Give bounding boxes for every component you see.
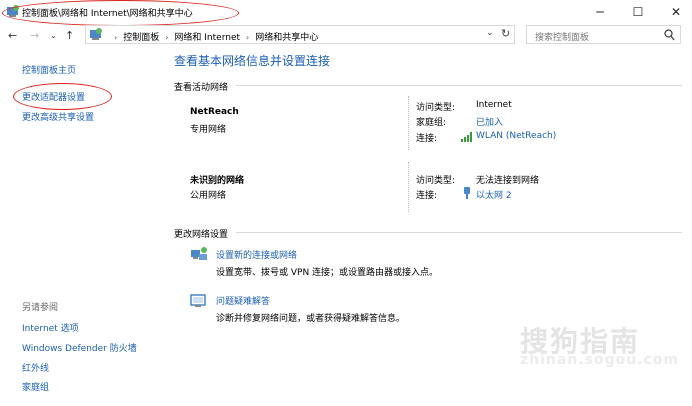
breadcrumb-network-sharing-center[interactable]: 网络和共享中心 [255, 33, 318, 43]
new-connection-icon [191, 247, 207, 260]
address-bar[interactable]: › 控制面板 › 网络和 Internet › 网络和共享中心 ⌄ ↻ [85, 25, 515, 44]
access-type-label: 访问类型: [416, 103, 456, 113]
breadcrumb-network-internet[interactable]: 网络和 Internet [174, 33, 240, 43]
control-panel-icon [90, 28, 102, 40]
minimize-button[interactable]: ─ [586, 2, 614, 22]
connection-label: 连接: [416, 191, 438, 201]
change-settings-title: 更改网络设置 [174, 230, 229, 240]
network-type: 公用网络 [190, 191, 227, 201]
annotation-ellipse-title [2, 0, 239, 26]
title-bar: 控制面板\网络和 Internet\网络和共享中心 ─ ☐ ✕ [0, 0, 692, 26]
active-networks-title: 查看活动网络 [174, 83, 229, 93]
homegroup-link[interactable]: 已加入 [476, 115, 503, 128]
network-divider [408, 96, 410, 150]
see-also-internet-options[interactable]: Internet 选项 [22, 321, 79, 334]
setup-new-connection-desc: 设置宽带、拨号或 VPN 连接；或设置路由器或接入点。 [216, 268, 439, 278]
maximize-button[interactable]: ☐ [624, 2, 652, 22]
sidebar-item-change-advanced-sharing[interactable]: 更改高级共享设置 [22, 110, 94, 123]
dropdown-chevron-icon[interactable]: ⌄ [486, 28, 494, 38]
forward-arrow-icon[interactable]: → [30, 29, 39, 42]
wlan-connection-link[interactable]: WLAN (NetReach) [476, 131, 556, 141]
breadcrumb: › 控制面板 › 网络和 Internet › 网络和共享中心 [108, 30, 318, 43]
wifi-signal-icon [461, 132, 472, 142]
search-icon [664, 29, 675, 41]
page-title: 查看基本网络信息并设置连接 [174, 54, 331, 68]
annotation-ellipse-adapter [13, 83, 112, 110]
setup-new-connection-link[interactable]: 设置新的连接或网络 [216, 248, 297, 261]
see-also-windows-defender-firewall[interactable]: Windows Defender 防火墙 [22, 341, 137, 354]
troubleshoot-icon [190, 294, 206, 307]
wlan-connection-text[interactable]: WLAN (NetReach) [476, 131, 556, 141]
network-type: 专用网络 [190, 125, 227, 135]
access-type-value: 无法连接到网络 [476, 176, 540, 186]
refresh-icon[interactable]: ↻ [501, 27, 510, 40]
search-box[interactable]: 搜索控制面板 [526, 25, 681, 44]
troubleshoot-link[interactable]: 问题疑难解答 [216, 294, 270, 307]
ethernet-connection-text[interactable]: 以太网 2 [476, 191, 512, 201]
network-divider [408, 162, 410, 212]
close-button[interactable]: ✕ [662, 2, 690, 22]
see-also-title: 另请参阅 [22, 303, 59, 313]
chevron-right-icon: › [114, 33, 118, 42]
recent-chevron-icon[interactable]: ⌄ [50, 31, 57, 40]
access-type-value: Internet [476, 100, 512, 110]
search-input[interactable]: 搜索控制面板 [535, 30, 589, 43]
see-also-homegroup[interactable]: 家庭组 [22, 380, 49, 393]
sidebar-item-control-panel-home[interactable]: 控制面板主页 [22, 63, 76, 76]
section-divider [236, 232, 682, 233]
section-divider [236, 85, 682, 86]
ethernet-connection-link[interactable]: 以太网 2 [476, 188, 512, 201]
watermark-url: zhinan.sogou.com [520, 352, 679, 368]
access-type-label: 访问类型: [416, 176, 456, 186]
ethernet-icon [464, 187, 470, 199]
connection-label: 连接: [416, 134, 438, 144]
chevron-right-icon[interactable]: › [165, 33, 168, 42]
chevron-right-icon[interactable]: › [246, 33, 249, 42]
homegroup-label: 家庭组: [416, 118, 447, 128]
troubleshoot-desc: 诊断并修复网络问题，或者获得疑难解答信息。 [216, 314, 406, 324]
network-name: 未识别的网络 [190, 176, 245, 186]
network-name: NetReach [190, 107, 239, 117]
breadcrumb-control-panel[interactable]: 控制面板 [123, 33, 159, 43]
back-arrow-icon[interactable]: ← [8, 29, 17, 42]
up-arrow-icon[interactable]: ↑ [65, 29, 74, 42]
see-also-infrared[interactable]: 红外线 [22, 361, 49, 374]
